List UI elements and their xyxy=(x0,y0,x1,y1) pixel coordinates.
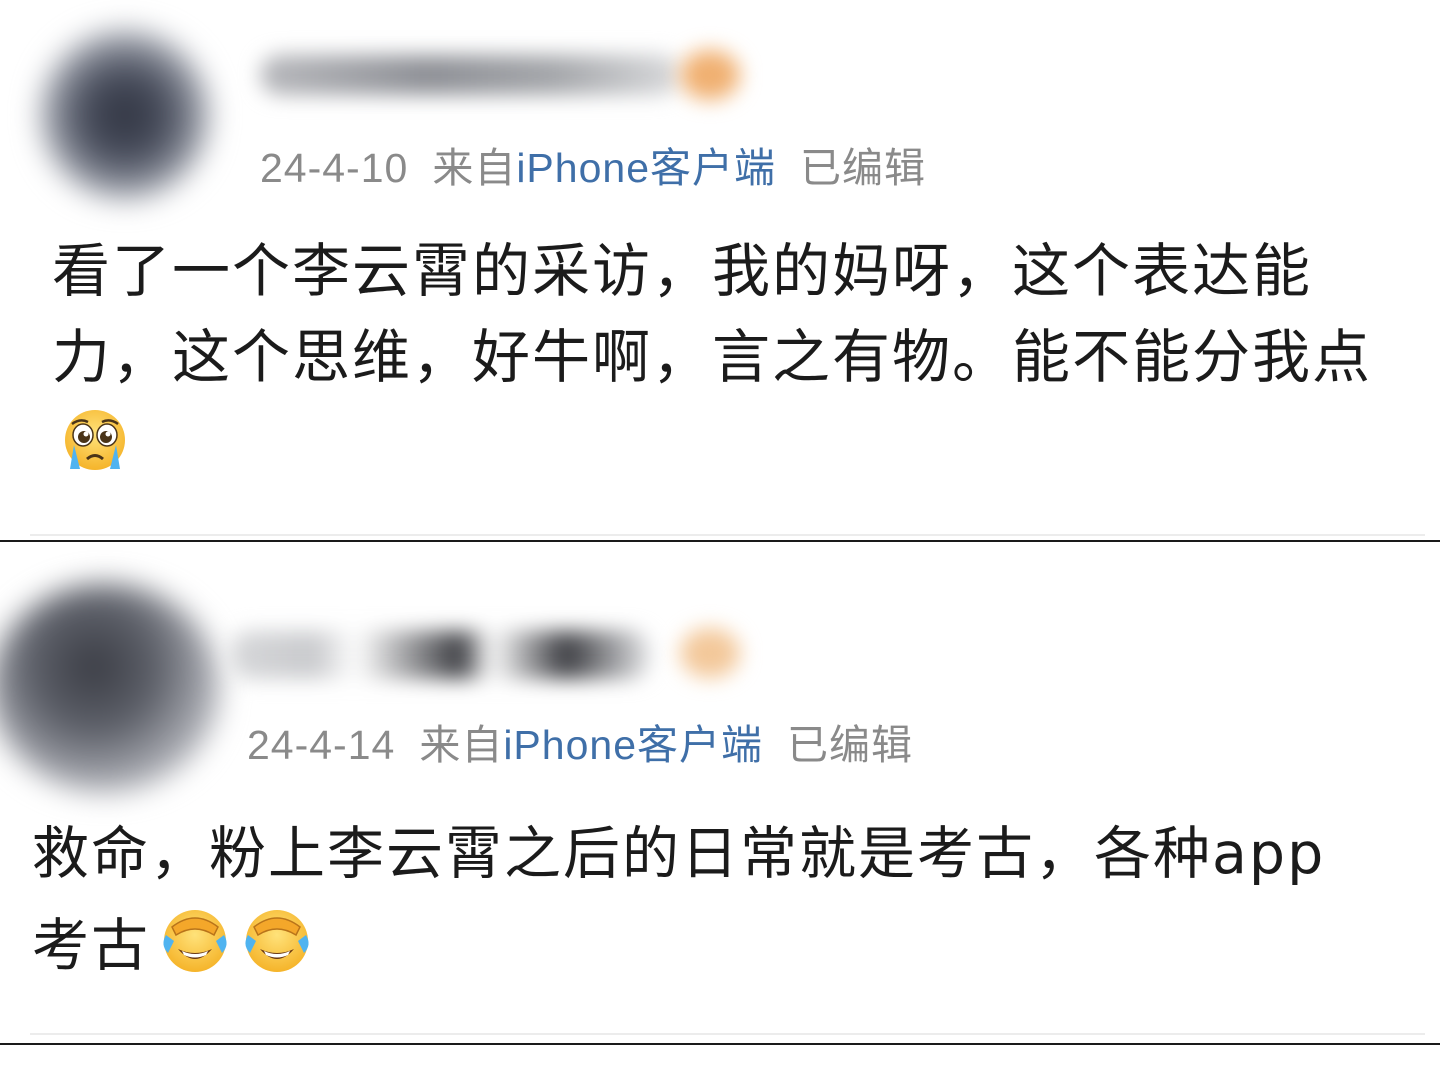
face-palm-laughing-icon xyxy=(240,905,314,1002)
edited-label: 已编辑 xyxy=(800,145,926,191)
source-label: 来自 xyxy=(419,722,504,768)
panel-divider xyxy=(0,540,1440,542)
crying-pleading-face-icon xyxy=(60,407,130,496)
username-blurred[interactable] xyxy=(260,55,680,95)
comment-text-block: 救命，粉上李云霄之后的日常就是考古，各种app考古 xyxy=(32,808,1352,1002)
device-label: iPhone客户端 xyxy=(516,145,776,191)
comment-date: 24-4-14 xyxy=(247,722,396,768)
comment-text: 看了一个李云霄的采访，我的妈呀，这个表达能力，这个思维，好牛啊，言之有物。能不能… xyxy=(52,237,1373,391)
user-badge-icon xyxy=(680,50,740,100)
separator xyxy=(30,534,1425,536)
comment-card: 24-4-14 来自iPhone客户端 已编辑 救命，粉上李云霄之后的日常就是考古，… xyxy=(0,543,1440,1043)
panel-divider xyxy=(0,1043,1440,1045)
edited-label: 已编辑 xyxy=(787,722,913,768)
avatar[interactable] xyxy=(0,583,220,793)
comment-date: 24-4-10 xyxy=(260,145,409,191)
comment-meta: 24-4-14 来自iPhone客户端 已编辑 xyxy=(247,711,913,771)
source-label: 来自 xyxy=(432,145,517,191)
user-badge-icon xyxy=(680,628,740,678)
separator xyxy=(30,1033,1425,1035)
face-palm-laughing-icon xyxy=(158,905,232,1002)
comment-card: 24-4-10 来自iPhone客户端 已编辑 看了一个李云霄的采访，我的妈呀，这个… xyxy=(0,0,1440,540)
username-blurred[interactable] xyxy=(230,631,650,679)
comment-meta: 24-4-10 来自iPhone客户端 已编辑 xyxy=(260,134,926,194)
device-label: iPhone客户端 xyxy=(503,722,763,768)
comment-text-block: 看了一个李云霄的采访，我的妈呀，这个表达能力，这个思维，好牛啊，言之有物。能不能… xyxy=(52,228,1382,496)
avatar[interactable] xyxy=(40,30,210,200)
